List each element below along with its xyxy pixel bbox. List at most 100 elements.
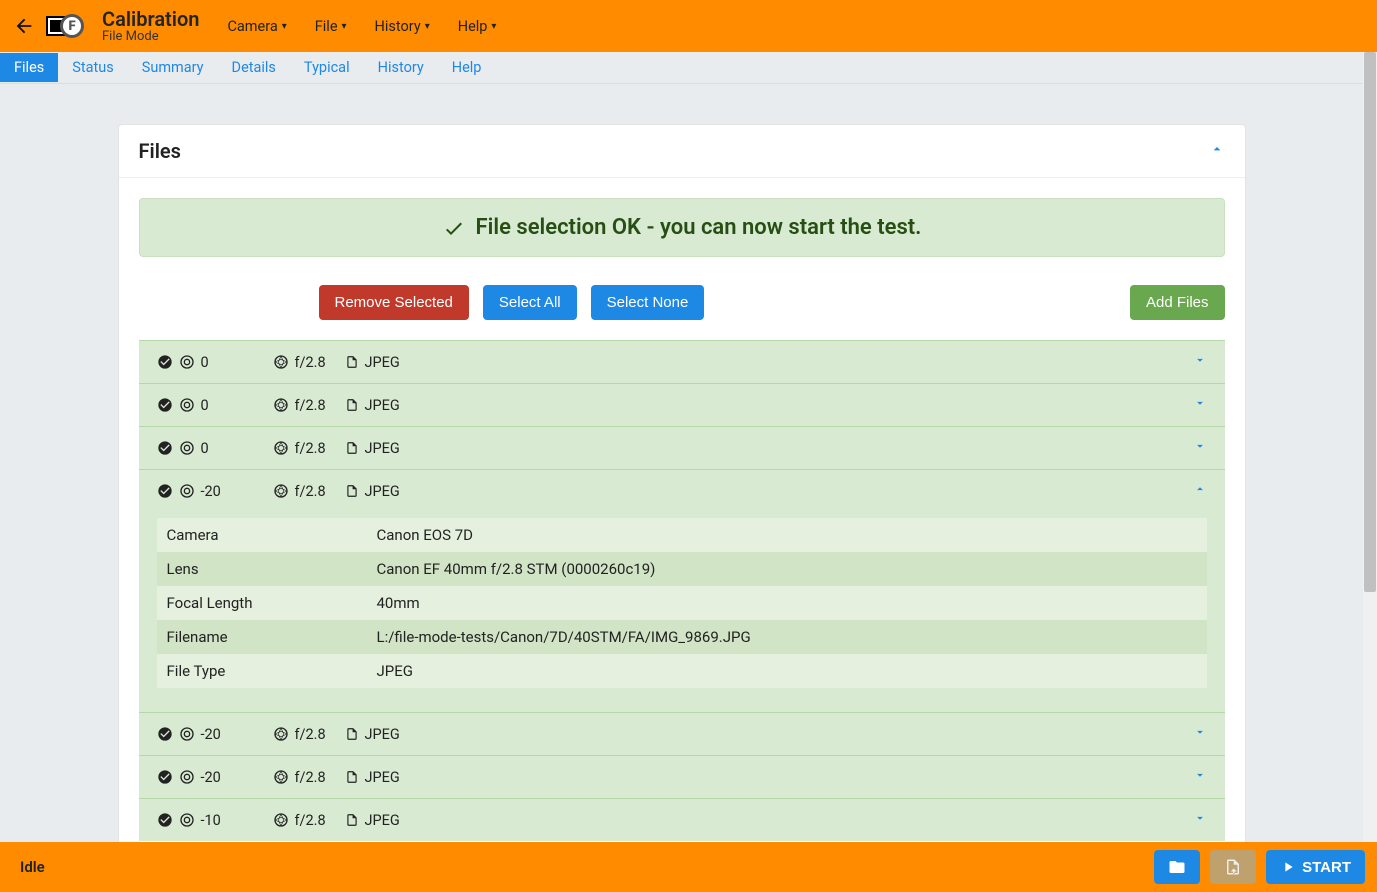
aperture-icon — [273, 726, 289, 742]
file-detail-panel: CameraCanon EOS 7DLensCanon EF 40mm f/2.… — [139, 512, 1225, 712]
logo-f-icon: F — [60, 14, 84, 38]
top-bar: F Calibration File Mode Camera▾ File▾ Hi… — [0, 0, 1377, 52]
offset-value: -20 — [201, 769, 221, 786]
tab-status[interactable]: Status — [58, 53, 127, 82]
scrollbar-thumb[interactable] — [1364, 52, 1376, 592]
detail-label: File Type — [157, 654, 367, 688]
menu-file[interactable]: File▾ — [315, 18, 347, 35]
aperture-value: f/2.8 — [295, 769, 326, 786]
target-icon — [179, 483, 195, 499]
target-icon — [179, 354, 195, 370]
detail-value: 40mm — [367, 586, 1207, 620]
offset-value: -10 — [201, 812, 221, 829]
add-files-button[interactable]: Add Files — [1130, 285, 1225, 320]
main-menu: Camera▾ File▾ History▾ Help▾ — [227, 18, 496, 35]
file-icon — [345, 354, 359, 370]
files-card: Files File selection OK - you can now st… — [118, 124, 1246, 842]
file-row[interactable]: -20 f/2.8 JPEG — [139, 755, 1225, 798]
files-card-body: File selection OK - you can now start th… — [119, 178, 1245, 842]
file-row[interactable]: 0f/2.8JPEG — [139, 383, 1225, 426]
back-button[interactable] — [10, 12, 38, 40]
file-row[interactable]: 0f/2.8JPEG — [139, 426, 1225, 469]
aperture-value: f/2.8 — [295, 354, 326, 371]
file-icon — [345, 769, 359, 785]
chevron-down-icon[interactable] — [1193, 353, 1207, 371]
file-row[interactable]: -20 f/2.8 JPEG — [139, 469, 1225, 512]
file-row[interactable]: 0 f/2.8 JPEG — [139, 340, 1225, 383]
chevron-up-icon[interactable] — [1193, 482, 1207, 500]
tab-summary[interactable]: Summary — [128, 53, 218, 82]
check-icon — [442, 216, 466, 240]
check-circle-icon — [157, 397, 173, 413]
tab-details[interactable]: Details — [218, 53, 290, 82]
alert-text: File selection OK - you can now start th… — [476, 215, 922, 240]
filetype-value: JPEG — [365, 769, 400, 786]
detail-label: Lens — [157, 552, 367, 586]
file-icon — [345, 440, 359, 456]
target-icon — [179, 769, 195, 785]
chevron-down-icon[interactable] — [1193, 725, 1207, 743]
aperture-value: f/2.8 — [295, 440, 326, 457]
tab-typical[interactable]: Typical — [290, 53, 364, 82]
bottom-buttons: START — [1154, 850, 1365, 884]
chevron-up-icon[interactable] — [1209, 141, 1225, 161]
offset-value: 0 — [201, 397, 209, 414]
aperture-icon — [273, 440, 289, 456]
button-row: Remove Selected Select All Select None A… — [139, 257, 1225, 340]
menu-history[interactable]: History▾ — [375, 18, 430, 35]
bottom-bar: Idle START — [0, 842, 1377, 892]
offset-value: 0 — [201, 354, 209, 371]
check-circle-icon — [157, 812, 173, 828]
filetype-value: JPEG — [365, 354, 400, 371]
menu-camera[interactable]: Camera▾ — [227, 18, 286, 35]
aperture-value: f/2.8 — [295, 483, 326, 500]
filetype-value: JPEG — [365, 440, 400, 457]
target-icon — [179, 397, 195, 413]
chevron-down-icon[interactable] — [1193, 396, 1207, 414]
aperture-value: f/2.8 — [295, 812, 326, 829]
offset-value: -20 — [201, 483, 221, 500]
main-content: Files File selection OK - you can now st… — [0, 84, 1363, 842]
filetype-value: JPEG — [365, 483, 400, 500]
file-list: 0f/2.8JPEG0f/2.8JPEG0f/2.8JPEG-20f/2.8JP… — [139, 340, 1225, 841]
caret-down-icon: ▾ — [491, 21, 496, 32]
file-icon — [345, 397, 359, 413]
file-selection-alert: File selection OK - you can now start th… — [139, 198, 1225, 257]
chevron-down-icon[interactable] — [1193, 768, 1207, 786]
export-button — [1210, 850, 1256, 884]
filetype-value: JPEG — [365, 726, 400, 743]
check-circle-icon — [157, 354, 173, 370]
check-circle-icon — [157, 440, 173, 456]
open-folder-button[interactable] — [1154, 850, 1200, 884]
page-subtitle: File Mode — [102, 29, 199, 44]
page-title: Calibration — [102, 9, 199, 29]
aperture-value: f/2.8 — [295, 726, 326, 743]
tab-history[interactable]: History — [364, 53, 438, 82]
file-icon — [345, 483, 359, 499]
file-row[interactable]: -20 f/2.8 JPEG — [139, 712, 1225, 755]
target-icon — [179, 440, 195, 456]
scrollbar[interactable] — [1363, 52, 1377, 842]
menu-help[interactable]: Help▾ — [458, 18, 497, 35]
aperture-icon — [273, 769, 289, 785]
tab-files[interactable]: Files — [0, 53, 58, 82]
tab-help[interactable]: Help — [438, 53, 496, 82]
chevron-down-icon[interactable] — [1193, 811, 1207, 829]
aperture-icon — [273, 483, 289, 499]
export-icon — [1224, 858, 1242, 876]
check-circle-icon — [157, 726, 173, 742]
offset-value: -20 — [201, 726, 221, 743]
filetype-value: JPEG — [365, 812, 400, 829]
aperture-icon — [273, 812, 289, 828]
files-card-title: Files — [139, 139, 181, 163]
select-none-button[interactable]: Select None — [591, 285, 705, 320]
file-row[interactable]: -10 f/2.8 JPEG — [139, 798, 1225, 841]
caret-down-icon: ▾ — [425, 21, 430, 32]
remove-selected-button[interactable]: Remove Selected — [319, 285, 469, 320]
select-all-button[interactable]: Select All — [483, 285, 577, 320]
status-label: Idle — [20, 858, 45, 876]
files-card-header[interactable]: Files — [119, 125, 1245, 178]
start-button[interactable]: START — [1266, 850, 1365, 884]
chevron-down-icon[interactable] — [1193, 439, 1207, 457]
detail-table: CameraCanon EOS 7DLensCanon EF 40mm f/2.… — [157, 518, 1207, 688]
